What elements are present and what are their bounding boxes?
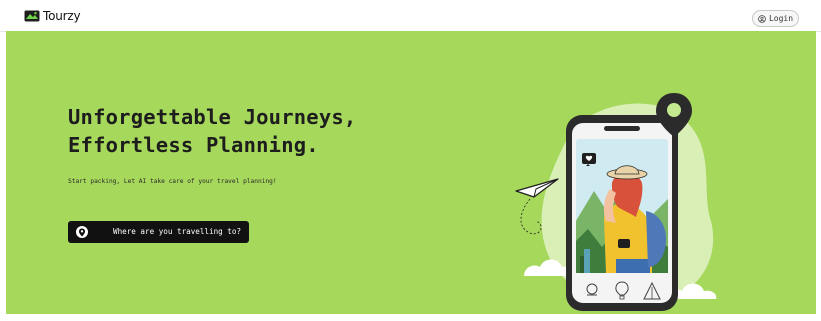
login-label: Login <box>768 14 794 23</box>
search-button-label: Where are you travelling to? <box>113 227 242 236</box>
top-navbar: Tourzy Login <box>0 0 821 32</box>
hero-title: Unforgettable Journeys, Effortless Plann… <box>68 103 356 159</box>
user-circle-icon <box>758 14 766 23</box>
tourzy-logo-icon <box>24 10 40 22</box>
brand-name: Tourzy <box>43 9 81 23</box>
destination-search-button[interactable]: Where are you travelling to? <box>68 221 249 243</box>
brand-logo[interactable]: Tourzy <box>24 8 81 24</box>
hero-title-line-2: Effortless Planning. <box>68 133 319 157</box>
hero-section: Unforgettable Journeys, Effortless Plann… <box>6 31 816 314</box>
location-pin-badge <box>76 226 88 238</box>
login-button[interactable]: Login <box>752 10 799 27</box>
location-pin-icon <box>78 227 86 237</box>
hero-subtitle: Start packing, Let AI take care of your … <box>68 178 277 185</box>
phone-traveler-illustration <box>515 93 717 311</box>
hero-title-line-1: Unforgettable Journeys, <box>68 105 357 129</box>
